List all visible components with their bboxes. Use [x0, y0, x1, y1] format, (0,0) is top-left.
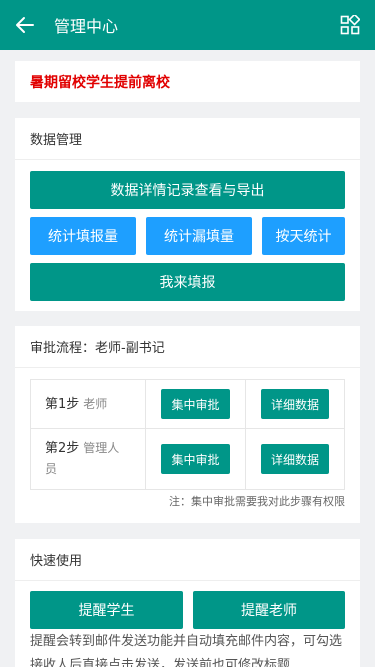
arrow-left-icon	[16, 17, 34, 33]
my-report-button[interactable]: 我来填报	[30, 263, 345, 301]
action-cell: 集中审批	[146, 429, 246, 489]
batch-approve-button[interactable]: 集中审批	[161, 444, 230, 474]
batch-approve-button[interactable]: 集中审批	[161, 389, 230, 419]
action-cell: 集中审批	[146, 380, 246, 428]
remind-teachers-button[interactable]: 提醒老师	[193, 591, 345, 629]
permission-note: 注：集中审批需要我对此步骤有权限	[169, 495, 345, 508]
table-row: 第2步 管理人员 集中审批 详细数据	[31, 429, 344, 489]
table-row: 第1步 老师 集中审批 详细数据	[31, 380, 344, 429]
detail-cell: 详细数据	[246, 429, 344, 489]
approval-flow-card: 审批流程：老师-副书记 第1步 老师 集中审批 详细数据 第2步 管理人员 集中审批…	[15, 326, 360, 523]
detail-data-button[interactable]: 详细数据	[260, 389, 329, 419]
page-title: 管理中心	[54, 17, 119, 36]
section-title: 快速使用	[15, 539, 360, 581]
step-cell: 第1步 老师	[31, 380, 146, 428]
count-filled-button[interactable]: 统计填报量	[30, 217, 136, 255]
approval-steps-table: 第1步 老师 集中审批 详细数据 第2步 管理人员 集中审批 详细数据	[30, 379, 345, 490]
apps-grid-icon	[340, 15, 360, 35]
step-label: 第1步	[45, 396, 80, 412]
section-title: 审批流程：老师-副书记	[15, 326, 360, 368]
daily-stats-button[interactable]: 按天统计	[262, 217, 345, 255]
data-management-card: 数据管理 数据详情记录查看与导出 统计填报量 统计漏填量 按天统计 我来填报	[15, 118, 360, 311]
step-role: 老师	[83, 396, 108, 411]
detail-data-button[interactable]: 详细数据	[260, 444, 329, 474]
step-cell: 第2步 管理人员	[31, 429, 146, 489]
data-detail-export-button[interactable]: 数据详情记录查看与导出	[30, 171, 345, 209]
back-button[interactable]	[0, 0, 50, 50]
quick-use-description: 提醒会转到邮件发送功能并自动填充邮件内容，可勾选接收人后直接点击发送，发送前也可…	[30, 634, 343, 667]
step-label: 第2步	[45, 441, 80, 456]
count-missing-button[interactable]: 统计漏填量	[146, 217, 252, 255]
remind-students-button[interactable]: 提醒学生	[30, 591, 183, 629]
notice-title: 暑期留校学生提前离校	[30, 74, 170, 91]
detail-cell: 详细数据	[246, 380, 344, 428]
apps-menu-button[interactable]	[325, 0, 375, 50]
section-title: 数据管理	[15, 118, 360, 160]
quick-use-card: 快速使用 提醒学生 提醒老师 提醒会转到邮件发送功能并自动填充邮件内容，可勾选接…	[15, 539, 360, 667]
notice-card: 暑期留校学生提前离校	[15, 61, 360, 102]
top-bar: 管理中心	[0, 0, 375, 50]
